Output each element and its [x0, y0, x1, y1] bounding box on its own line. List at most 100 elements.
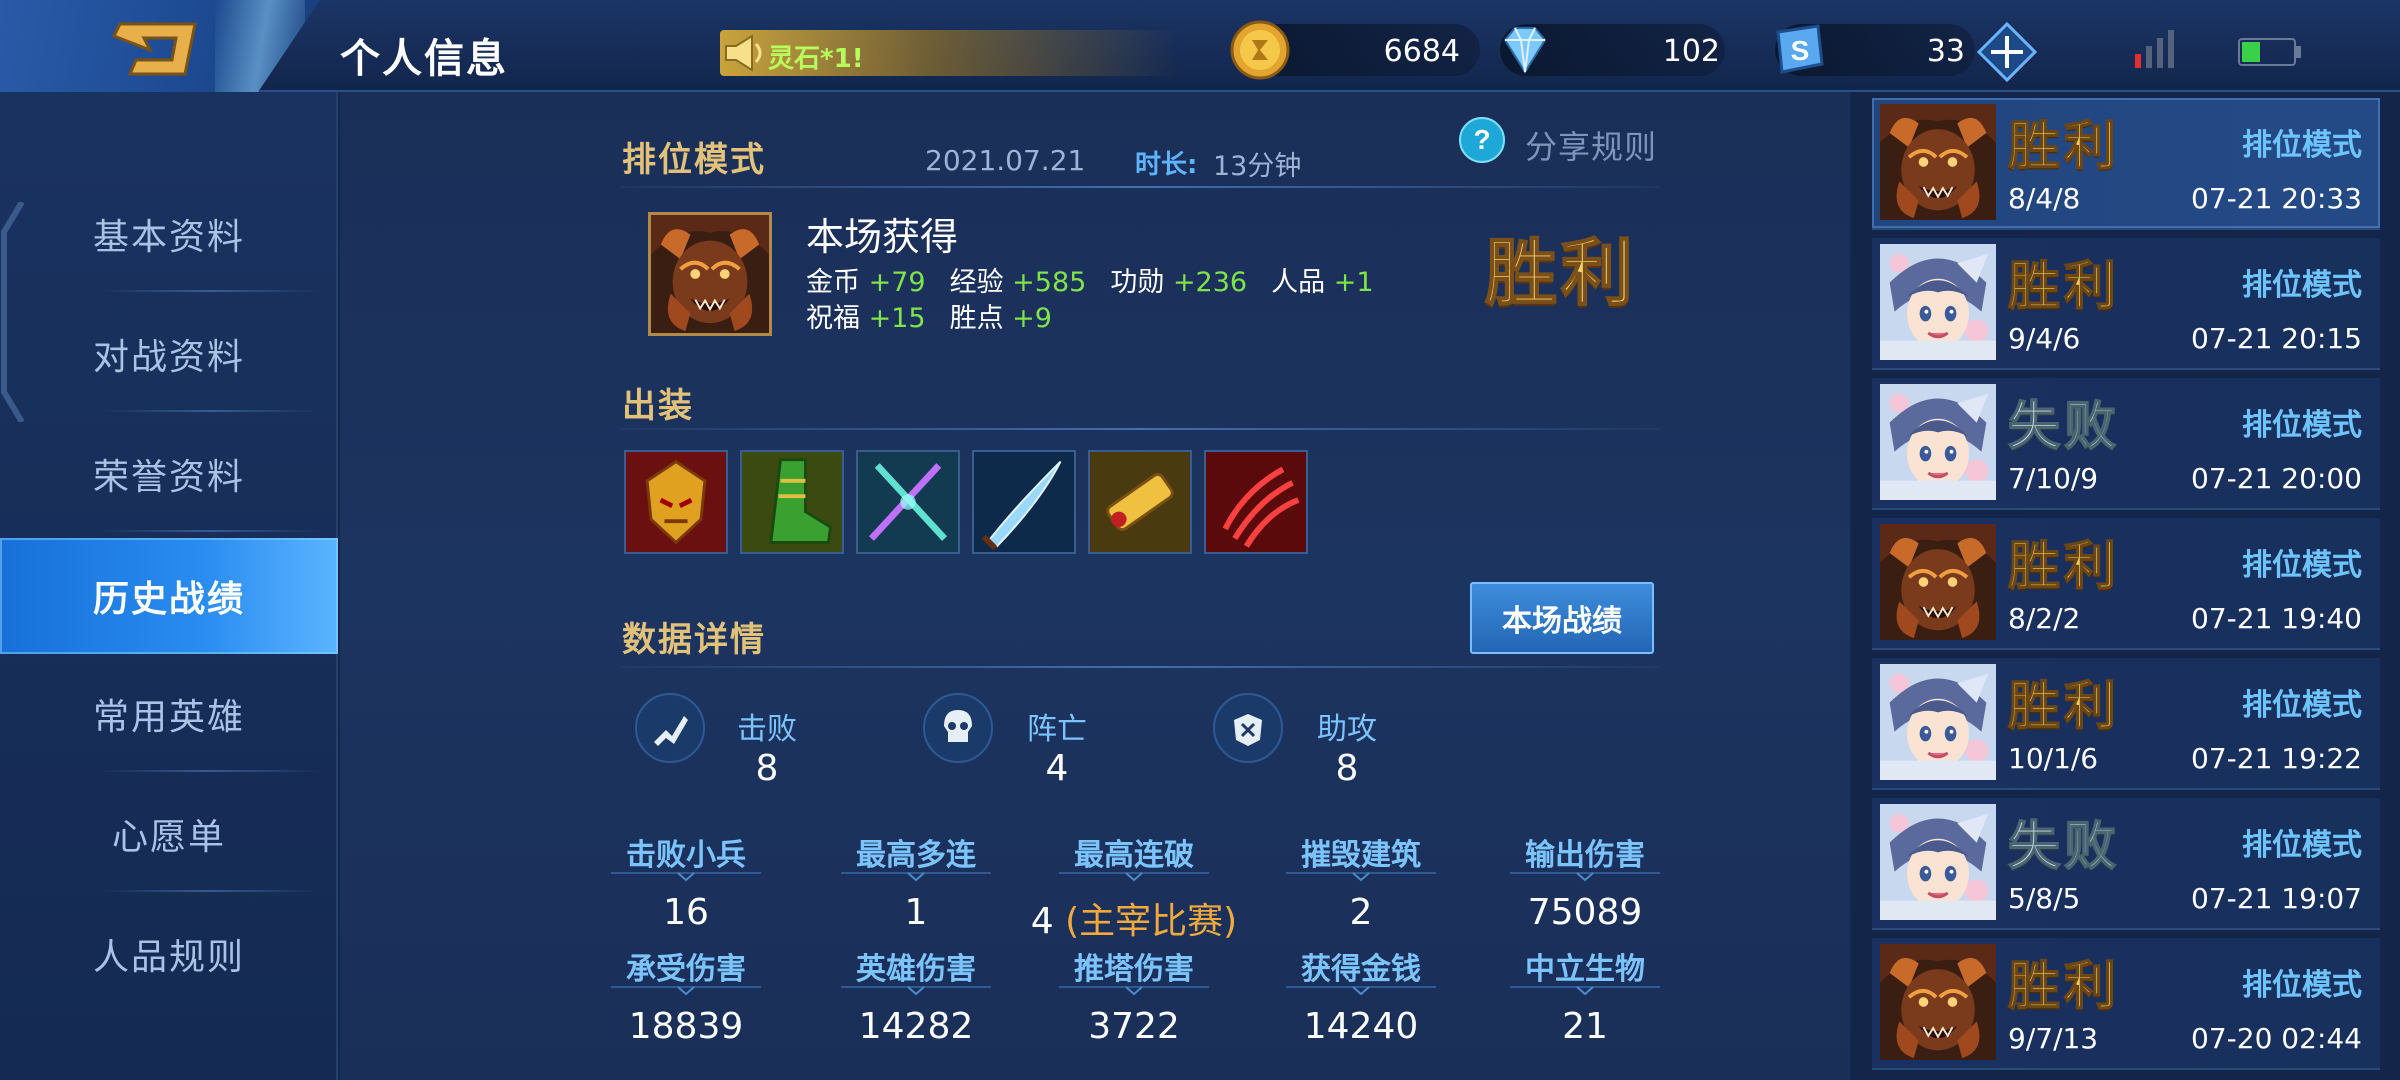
speaker-icon [725, 34, 762, 72]
stat-label: 击败小兵 [626, 838, 746, 873]
history-result: 胜利 [2007, 115, 2121, 178]
stat-value: 2 [1349, 892, 1373, 933]
equipment-label: 出装 [622, 386, 694, 426]
history-mode: 排位模式 [2242, 968, 2362, 1003]
duration-label: 时长: [1135, 150, 1198, 180]
history-result: 胜利 [2007, 675, 2121, 738]
sidebar-item-credit-rules[interactable]: 人品规则 [0, 896, 338, 1012]
share-rules-link[interactable]: 分享规则 [1525, 122, 1657, 168]
sidebar-item-wishlist[interactable]: 心愿单 [0, 776, 338, 892]
swords-item-icon[interactable] [856, 450, 960, 554]
stat-value: 75089 [1527, 892, 1643, 933]
helmet-item-icon[interactable] [624, 450, 728, 554]
stat-value: 18839 [628, 1006, 744, 1047]
rewards-row-1: 金币 +79 经验 +585 功勋 +236 人品 +1 [806, 267, 1374, 298]
boots-item-icon[interactable] [740, 450, 844, 554]
match-detail-panel: 排位模式 2021.07.21 时长: 13分钟 ? 分享规则 本场获得 金币 … [340, 92, 1850, 1080]
history-item[interactable]: 胜利 排位模式 9/4/6 07-21 20:15 [1872, 238, 2380, 370]
match-date: 2021.07.21 [925, 144, 1086, 177]
gold-coin-icon [1230, 20, 1290, 80]
scroll-item-icon[interactable] [1088, 450, 1192, 554]
history-item[interactable]: 胜利 排位模式 10/1/6 07-21 19:22 [1872, 658, 2380, 790]
rewards-row-2: 祝福 +15 胜点 +9 [806, 303, 1052, 334]
history-item[interactable]: 失败 排位模式 7/10/9 07-21 20:00 [1872, 378, 2380, 510]
battery-icon [2238, 38, 2301, 66]
history-kda: 8/2/2 [2008, 602, 2081, 635]
assist-icon [1213, 693, 1283, 763]
history-kda: 5/8/5 [2008, 882, 2081, 915]
claw-item-icon[interactable] [1204, 450, 1308, 554]
stat-divider [611, 986, 761, 996]
stat-value: 14240 [1303, 1006, 1419, 1047]
nav-divider [100, 410, 320, 412]
nav-divider [100, 890, 320, 892]
history-item[interactable]: 胜利 排位模式 9/7/13 07-20 02:44 [1872, 938, 2380, 1070]
notice-text: 灵石*1! [768, 44, 864, 74]
sidebar-item-honor-info[interactable]: 荣誉资料 [0, 416, 338, 532]
sidebar-item-battle-info[interactable]: 对战资料 [0, 296, 338, 412]
history-item[interactable]: 失败 排位模式 5/8/5 07-21 19:07 [1872, 798, 2380, 930]
history-mode: 排位模式 [2242, 268, 2362, 303]
sidebar-nav: 基本资料 对战资料 荣誉资料 历史战绩 常用英雄 心愿单 人品规则 [0, 92, 338, 1080]
history-item[interactable]: 胜利 排位模式 8/2/2 07-21 19:40 [1872, 518, 2380, 650]
history-kda: 7/10/9 [2008, 462, 2099, 495]
help-icon[interactable]: ? [1458, 116, 1506, 164]
nav-divider [100, 770, 320, 772]
hero-avatar [1880, 944, 1996, 1060]
hero-avatar [1880, 524, 1996, 640]
gold-value: 6684 [1383, 34, 1460, 69]
rewards-title: 本场获得 [806, 215, 959, 259]
hero-avatar [648, 212, 772, 336]
stat-value: 16 [663, 892, 709, 933]
hero-avatar [1880, 804, 1996, 920]
divider [620, 186, 1660, 188]
stat-value: 14282 [858, 1006, 974, 1047]
kill-icon [635, 693, 705, 763]
match-history-list: 胜利 排位模式 8/4/8 07-21 20:33 胜利 排位模式 9/4/6 … [1852, 92, 2400, 1080]
back-button[interactable] [0, 0, 320, 104]
back-icon[interactable] [100, 14, 210, 86]
blade-item-icon[interactable] [972, 450, 1076, 554]
match-stats-button[interactable]: 本场战绩 [1470, 582, 1654, 654]
history-kda: 10/1/6 [2008, 742, 2099, 775]
history-result: 胜利 [2007, 255, 2121, 318]
sidebar-item-basic-info[interactable]: 基本资料 [0, 176, 338, 292]
stat-divider [1286, 872, 1436, 882]
mode-label: 排位模式 [622, 140, 766, 180]
divider [620, 666, 1660, 668]
signal-icon [2135, 30, 2174, 68]
hero-avatar [1880, 384, 1996, 500]
deaths-value: 4 [1045, 748, 1069, 789]
history-time: 07-21 20:15 [2191, 322, 2362, 355]
stat-label: 获得金钱 [1301, 952, 1421, 987]
stat-divider [1510, 872, 1660, 882]
history-mode: 排位模式 [2242, 128, 2362, 163]
hero-avatar [1880, 664, 1996, 780]
stat-divider [1059, 872, 1209, 882]
assists-value: 8 [1335, 748, 1359, 789]
diamond-icon [1503, 27, 1547, 74]
stat-value: 1 [904, 892, 928, 933]
history-time: 07-21 20:00 [2191, 462, 2362, 495]
history-result: 胜利 [2007, 535, 2121, 598]
stat-value: 3722 [1088, 1006, 1180, 1047]
stat-label: 中立生物 [1525, 952, 1645, 987]
stat-label: 摧毁建筑 [1301, 838, 1421, 873]
plus-icon[interactable] [1975, 20, 2039, 84]
stat-label: 英雄伤害 [856, 952, 976, 987]
svg-text:S: S [1791, 35, 1810, 66]
nav-divider [100, 530, 320, 532]
history-time: 07-21 19:40 [2191, 602, 2362, 635]
sidebar-item-match-history[interactable]: 历史战绩 [0, 538, 338, 654]
notice-banner[interactable]: 灵石*1! [720, 30, 1180, 76]
page-title: 个人信息 [340, 36, 508, 82]
kills-label: 击败 [737, 712, 797, 747]
details-label: 数据详情 [622, 620, 766, 660]
history-time: 07-21 20:33 [2191, 182, 2362, 215]
sidebar-item-common-heroes[interactable]: 常用英雄 [0, 656, 338, 772]
history-mode: 排位模式 [2242, 828, 2362, 863]
history-item[interactable]: 胜利 排位模式 8/4/8 07-21 20:33 [1872, 98, 2380, 230]
top-bar: 个人信息 灵石*1! 6684 102 S 33 [0, 0, 2400, 104]
history-mode: 排位模式 [2242, 548, 2362, 583]
duration-value: 13分钟 [1213, 151, 1302, 182]
